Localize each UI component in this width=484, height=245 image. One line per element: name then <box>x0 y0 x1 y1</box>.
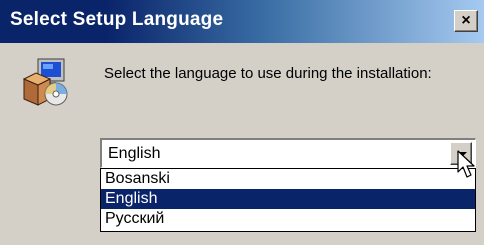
language-select[interactable]: English <box>100 138 476 168</box>
window-title: Select Setup Language <box>10 9 224 30</box>
language-option-english[interactable]: English <box>101 189 475 209</box>
language-option-russian[interactable]: Русский <box>101 209 475 229</box>
setup-installer-icon <box>22 58 68 106</box>
close-button[interactable]: × <box>454 10 478 32</box>
mouse-pointer-icon <box>457 150 475 178</box>
close-icon: × <box>461 12 471 29</box>
setup-language-dialog: Select Setup Language × Select the langu… <box>0 0 484 245</box>
language-select-value: English <box>108 145 161 162</box>
language-option-bosanski[interactable]: Bosanski <box>101 169 475 189</box>
language-prompt: Select the language to use during the in… <box>104 65 432 82</box>
language-dropdown-list: Bosanski English Русский <box>100 168 476 232</box>
title-bar[interactable]: Select Setup Language × <box>0 0 484 43</box>
